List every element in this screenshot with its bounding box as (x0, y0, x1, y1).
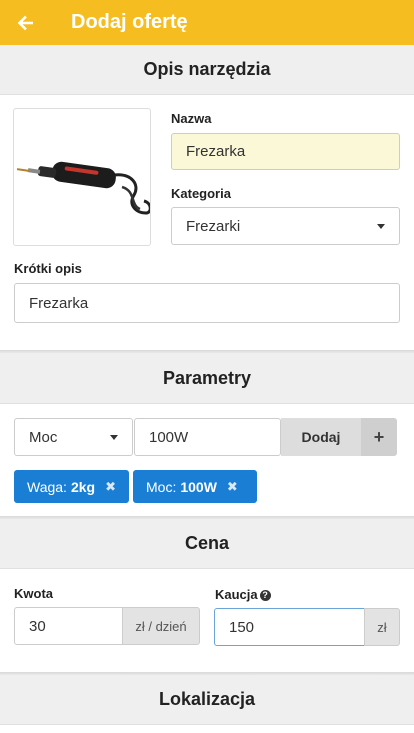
remove-tag-icon[interactable]: ✖ (227, 479, 238, 495)
section-header-parameters: Parametry (0, 353, 414, 404)
plus-button[interactable]: + (361, 418, 397, 456)
amount-label: Kwota (14, 586, 53, 601)
back-button[interactable] (12, 10, 38, 36)
category-select[interactable]: Frezarki (171, 207, 400, 245)
app-bar: Dodaj ofertę (0, 0, 414, 45)
page-title: Dodaj ofertę (71, 11, 188, 33)
param-tag: Waga: 2kg ✖ (14, 470, 129, 503)
help-icon[interactable]: ? (259, 590, 271, 601)
param-tag: Moc: 100W ✖ (133, 470, 257, 503)
chevron-down-icon (110, 435, 118, 440)
product-image[interactable] (13, 108, 151, 246)
chevron-down-icon (377, 224, 385, 229)
param-tag-value: 2kg (70, 478, 96, 495)
short-desc-input[interactable]: Frezarka (14, 283, 400, 323)
category-value: Frezarki (186, 217, 241, 235)
param-tag-key: Waga: (27, 478, 67, 495)
param-tag-value: 100W (180, 478, 217, 495)
param-value-input[interactable]: 100W (134, 418, 281, 456)
name-input[interactable]: Frezarka (171, 133, 400, 170)
category-label: Kategoria (171, 186, 231, 201)
deposit-input[interactable]: 150 (214, 608, 365, 646)
name-label: Nazwa (171, 111, 212, 126)
section-header-price: Cena (0, 519, 414, 569)
amount-unit: zł / dzień (122, 607, 200, 645)
param-select[interactable]: Moc (14, 418, 133, 456)
add-param-button[interactable]: Dodaj (281, 418, 361, 456)
arrow-left-icon (17, 15, 33, 30)
section-header-location: Lokalizacja (0, 675, 414, 725)
param-select-value: Moc (29, 428, 58, 446)
deposit-label: Kaucja? (215, 587, 271, 602)
param-tag-key: Moc: (146, 478, 177, 495)
remove-tag-icon[interactable]: ✖ (105, 479, 116, 495)
deposit-label-text: Kaucja (215, 587, 258, 602)
short-desc-label: Krótki opis (14, 261, 82, 276)
amount-input[interactable]: 30 (14, 607, 123, 645)
rotary-tool-image (16, 161, 150, 215)
section-header-description: Opis narzędzia (0, 45, 414, 95)
deposit-unit: zł (364, 608, 400, 646)
plus-icon: + (373, 426, 385, 447)
